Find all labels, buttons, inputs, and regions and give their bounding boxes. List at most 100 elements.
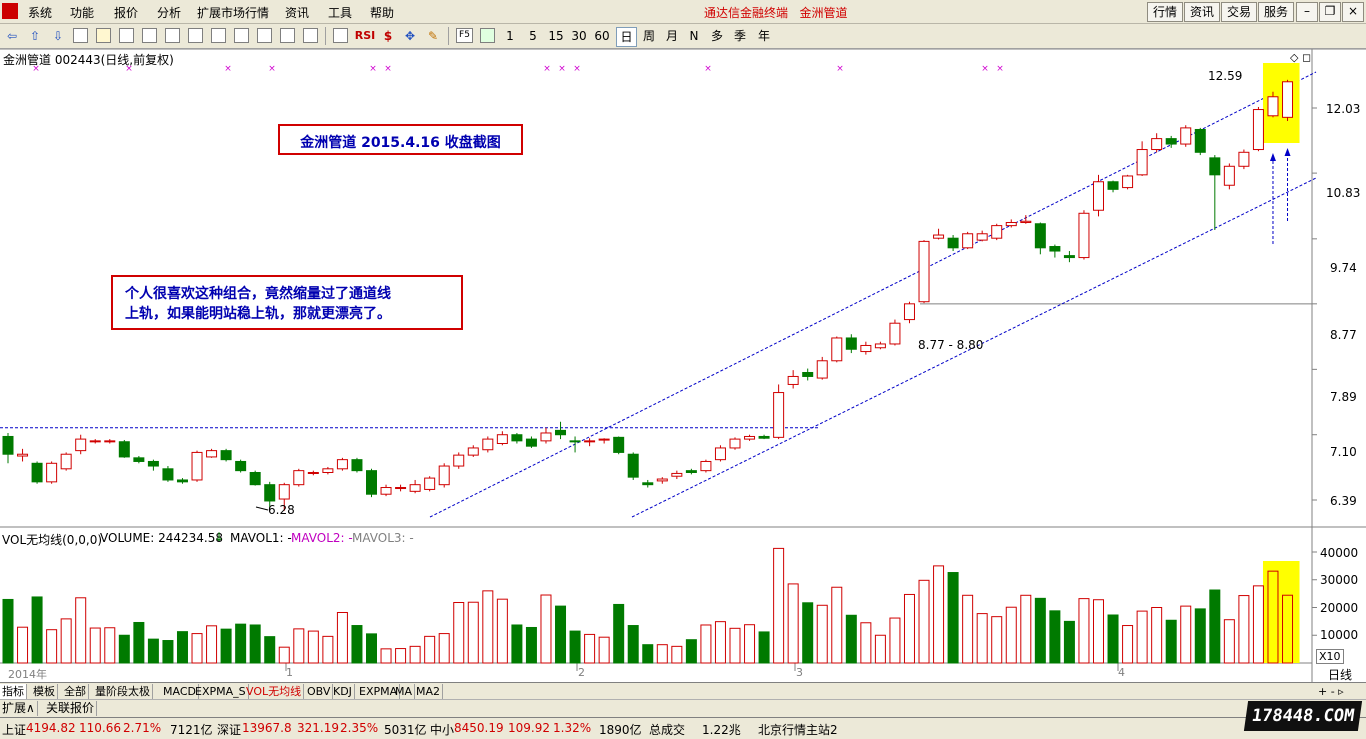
menu-extended-market[interactable]: 扩展市场行情 [197,4,269,21]
tab-ma[interactable]: MA [393,684,416,699]
volume-tick: 10000 [1320,628,1359,642]
menu-function[interactable]: 功能 [70,4,94,21]
period-30min[interactable]: 30 [570,27,588,45]
period-1min[interactable]: 1 [502,27,518,45]
quote-button[interactable]: 行情 [1147,2,1183,22]
vol-unit: X10 [1316,649,1344,664]
finance-icon[interactable] [211,28,226,43]
annotation-arrow-head [1269,153,1276,161]
tab-expma-s[interactable]: EXPMA_S [193,684,249,699]
period-month[interactable]: 月 [663,27,681,45]
candle-body [962,233,974,249]
menu-tools[interactable]: 工具 [328,4,352,21]
volume-bar [613,603,625,664]
line-chart-icon[interactable] [119,28,134,43]
back-arrow-icon[interactable]: ⇦ [4,27,20,45]
service-button[interactable]: 服务 [1258,2,1294,22]
tab-obv[interactable]: OBV [305,684,334,699]
chart-area[interactable]: × × × × × × × × × × × × × 金洲管道 002443(日线,前复权) ◇ ◻ 金洲… [0,48,1366,682]
volume-bar [729,627,741,664]
restore-icon[interactable]: ❐ [1319,2,1341,22]
event-marker: × [836,64,844,74]
grid2-icon[interactable] [165,28,180,43]
sh-label: 上证 [2,723,27,737]
rsi-icon[interactable]: RSI [354,27,376,45]
candle-body [380,487,392,495]
volume-tick: 30000 [1320,573,1359,587]
tab-template[interactable]: 模板 [31,684,58,699]
zoom-controls[interactable]: + - ▹ [1316,684,1346,699]
menu-news[interactable]: 资讯 [285,4,309,21]
candle-body [220,450,232,461]
period-n[interactable]: N [686,27,702,45]
tab-all[interactable]: 全部 [62,684,89,699]
price-tick: 7.89 [1330,390,1357,404]
kline-chart[interactable]: × × × × × × × × × × × × × [0,48,1366,682]
tab-indicator[interactable]: 指标 [0,684,27,699]
news-button[interactable]: 资讯 [1184,2,1220,22]
clock-icon[interactable] [303,28,318,43]
pencil-icon[interactable]: ✎ [425,27,441,45]
up-arrow-icon[interactable]: ⇧ [27,27,43,45]
candle-body [46,462,58,483]
period-day[interactable]: 日 [616,27,637,47]
diamond-icon[interactable]: ◇ ◻ [1290,51,1311,64]
candle-body [1194,128,1206,153]
volume-bar [816,604,828,664]
candle-icon[interactable] [142,28,157,43]
refresh-icon[interactable] [480,28,495,43]
report-icon[interactable] [73,28,88,43]
comment-line-2: 上轨，如果能明站稳上轨，那就更漂亮了。 [125,306,391,322]
candle-body [206,450,218,458]
volume-bar [1136,610,1148,664]
related-quote-button[interactable]: 关联报价 [44,701,98,716]
wave-icon[interactable] [333,28,348,43]
candle-body [569,440,581,443]
candle-body [1063,255,1075,259]
volume-bar [991,616,1003,664]
tab-vol[interactable]: VOL无均线 [244,684,305,699]
candle-body [685,470,697,473]
f10-icon[interactable] [188,28,203,43]
grid-icon[interactable] [96,28,111,43]
period-60min[interactable]: 60 [593,27,611,45]
tab-taiji[interactable]: 量阶段太极 [93,684,153,699]
dollar-icon[interactable]: $ [380,27,396,45]
x-label: 2 [578,666,585,679]
period-15min[interactable]: 15 [547,27,565,45]
volume-bar [540,594,552,664]
period-year[interactable]: 年 [755,27,773,45]
volume-bar [1209,589,1221,664]
minimize-icon[interactable]: – [1296,2,1318,22]
volume-bar [947,572,959,664]
volume-bar [220,628,232,664]
down-arrow-icon[interactable]: ⇩ [50,27,66,45]
extend-button[interactable]: 扩展∧ [0,701,38,716]
period-week[interactable]: 周 [640,27,658,45]
tab-kdj[interactable]: KDJ [331,684,355,699]
f5-icon[interactable]: F5 [456,28,473,43]
period-quarter[interactable]: 季 [731,27,749,45]
period-5min[interactable]: 5 [525,27,541,45]
mavol1: MAVOL1: - [230,531,292,545]
fiz-icon[interactable] [257,28,272,43]
period-multi[interactable]: 多 [708,27,726,45]
volume-bar [133,621,145,664]
volume-header: VOL无均线(0,0,0) [2,533,103,547]
tab-ma2[interactable]: MA2 [414,684,444,699]
menu-analysis[interactable]: 分析 [157,4,181,21]
candle-body [351,459,363,472]
sz-value: 13967.8 [242,721,292,735]
menu-help[interactable]: 帮助 [370,4,394,21]
chart-icon[interactable] [280,28,295,43]
menu-quote[interactable]: 报价 [114,4,138,21]
volume-bar [525,626,537,664]
trade-button[interactable]: 交易 [1221,2,1257,22]
candle-body [758,435,770,439]
app-logo-icon[interactable] [2,3,18,19]
doc-icon[interactable] [234,28,249,43]
move-icon[interactable]: ✥ [402,27,418,45]
menu-system[interactable]: 系统 [28,4,52,21]
x-label: 3 [796,666,803,679]
close-icon[interactable]: × [1342,2,1364,22]
